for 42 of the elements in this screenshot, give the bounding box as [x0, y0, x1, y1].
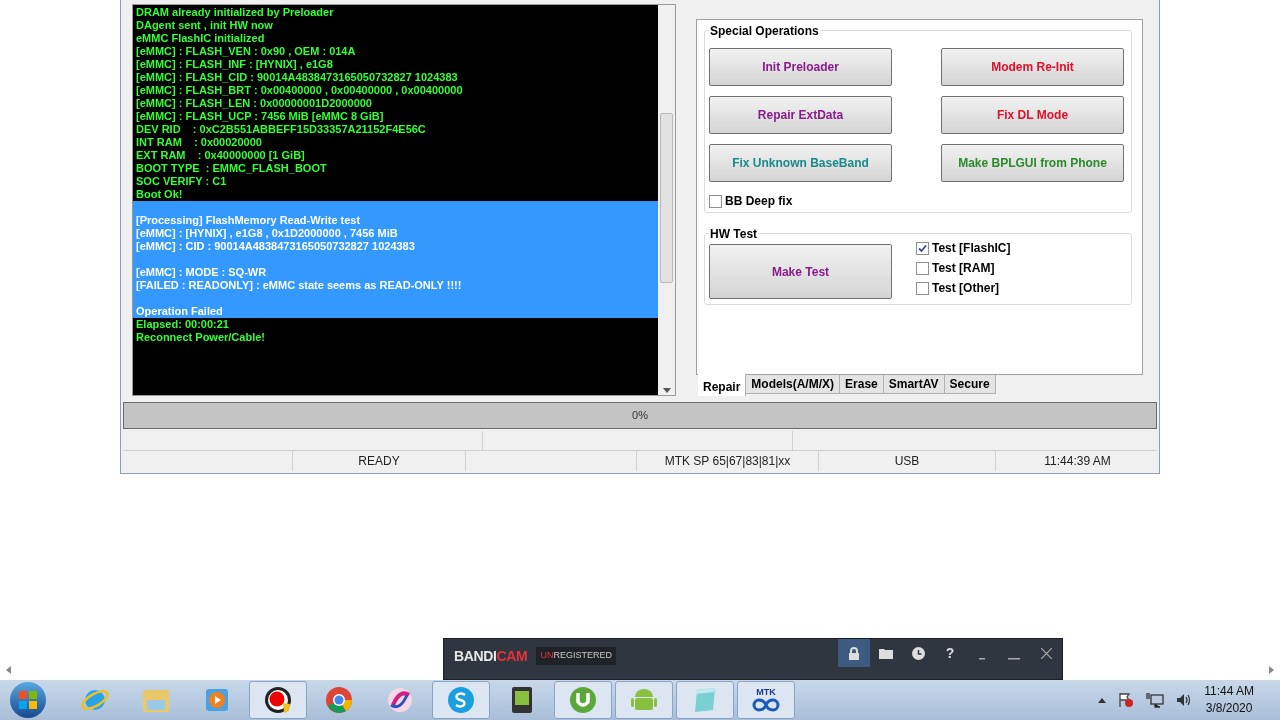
log-line: BOOT TYPE : EMMC_FLASH_BOOT — [135, 162, 328, 175]
action-button[interactable]: Repair ExtData — [709, 96, 892, 134]
log-line: SOC VERIFY : C1 — [135, 175, 228, 188]
log-line: DEV RID : 0xC2B551ABBEFF15D33357A21152F4E56C — [135, 123, 427, 136]
log-line: Boot Ok! — [135, 188, 184, 201]
log-line: [eMMC] : FLASH_LEN : 0x00000001D2000000 — [135, 97, 373, 110]
action-button[interactable]: Modem Re-Init — [941, 48, 1124, 86]
taskbar-button[interactable]: MTK — [737, 681, 795, 719]
log-line: eMMC FlashIC initialized — [135, 32, 266, 45]
status-text: MTK SP 65|67|83|81|xx — [664, 453, 791, 470]
log-line: [eMMC] : FLASH_UCP : 7456 MiB [eMMC 8 GiB] — [135, 110, 385, 123]
checkbox-label: Test [RAM] — [932, 262, 995, 275]
status-text: READY — [358, 453, 400, 470]
log-line: [eMMC] : FLASH_INF : [HYNIX] , e1G8 — [135, 58, 334, 71]
log-line: DRAM already initialized by Preloader — [135, 6, 335, 19]
unregistered-badge: UNREGISTERED — [536, 647, 616, 665]
status-text: 11:44:39 AM — [1044, 453, 1111, 470]
checkbox-label: Test [Other] — [932, 282, 1000, 295]
log-line: [eMMC] : FLASH_VEN : 0x90 , OEM : 014A — [135, 45, 357, 58]
log-line: Elapsed: 00:00:21 — [135, 318, 230, 331]
checkbox-label: Test [FlashIC] — [932, 242, 1011, 255]
progress-text: 0% — [632, 408, 648, 424]
log-line: [eMMC] : FLASH_BRT : 0x00400000 , 0x00400000 , 0x00400000 — [135, 84, 464, 97]
clock-time[interactable]: 11:44 AM — [1204, 683, 1254, 700]
help-button[interactable]: ? — [934, 642, 966, 664]
action-button[interactable]: Init Preloader — [709, 48, 892, 86]
log-line: DAgent sent , init HW now — [135, 19, 274, 32]
action-button[interactable]: Fix DL Mode — [941, 96, 1124, 134]
tab[interactable]: Models(A/M/X) — [746, 375, 841, 394]
tab[interactable]: Erase — [840, 375, 884, 394]
recorder-logo: BANDICAM — [454, 646, 528, 666]
log-line: EXT RAM : 0x40000000 [1 GiB] — [135, 149, 306, 162]
tab[interactable]: Secure — [944, 375, 996, 394]
tab[interactable]: SmartAV — [883, 375, 945, 394]
action-button[interactable]: Make Test — [709, 244, 892, 299]
clock-date[interactable]: 3/8/2020 — [1205, 700, 1253, 717]
tab[interactable]: Repair — [698, 374, 747, 396]
status-text: USB — [894, 453, 920, 470]
log-line: [eMMC] : FLASH_CID : 90014A4838473165050732827 1024383 — [135, 71, 459, 84]
checkbox-label: BB Deep fix — [725, 193, 793, 210]
log-line: Reconnect Power/Cable! — [135, 331, 266, 344]
log-line: INT RAM : 0x00020000 — [135, 136, 263, 149]
